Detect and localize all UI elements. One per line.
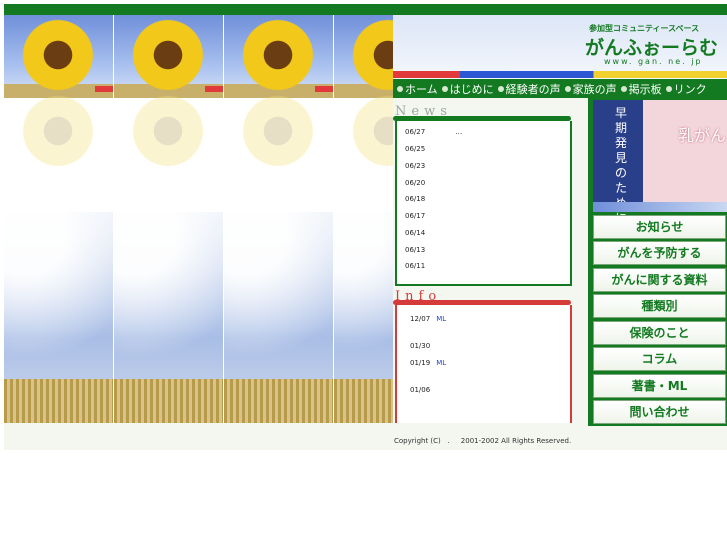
nav-home[interactable]: ホーム: [397, 81, 438, 97]
menu-announcements[interactable]: お知らせ: [593, 215, 726, 239]
news-date: 06/27: [405, 128, 426, 136]
sky-field-image: [4, 212, 113, 423]
menu-contact[interactable]: 問い合わせ: [593, 400, 726, 424]
info-item[interactable]: 01/19 ML: [410, 359, 446, 367]
top-bar: [4, 4, 727, 15]
menu-books-ml[interactable]: 著書・ML: [593, 374, 726, 398]
news-date: 06/18: [405, 195, 426, 203]
news-date: 06/13: [405, 246, 426, 254]
sunflower-icon: [240, 17, 316, 93]
site-header: 参加型コミュニティースペース がんふぉーらむ www. gan. ne. jp: [393, 15, 727, 79]
nav-label: 掲示板: [628, 82, 662, 96]
sunflower-icon: [130, 17, 206, 93]
nav-label: はじめに: [449, 82, 494, 96]
copyright-text: Copyright (C) . 2001-2002 All Rights Res…: [394, 437, 572, 445]
menu-by-type[interactable]: 種類別: [593, 294, 726, 318]
news-date: 06/20: [405, 179, 426, 187]
news-item[interactable]: 06/11: [405, 262, 425, 270]
bullet-icon: [564, 85, 571, 92]
news-item[interactable]: 06/20: [405, 179, 425, 187]
info-date: 01/19: [410, 359, 431, 367]
news-date: 06/25: [405, 145, 426, 153]
news-item[interactable]: 06/27 …: [405, 128, 462, 136]
bullet-icon: [397, 85, 403, 92]
bullet-icon: [497, 85, 504, 92]
news-date: 06/14: [405, 229, 426, 237]
sky-field-image: [334, 212, 393, 423]
menu-resources[interactable]: がんに関する資料: [593, 268, 726, 292]
nav-intro[interactable]: はじめに: [441, 81, 494, 97]
faded-sunflower-icon: [350, 93, 393, 169]
nav-label: ホーム: [405, 82, 438, 96]
menu-insurance[interactable]: 保険のこと: [593, 321, 726, 345]
info-link[interactable]: ML: [436, 359, 446, 367]
faded-sunflower-icon: [240, 93, 316, 169]
info-box: 12/07 ML 01/30 01/19 ML 01/06: [395, 305, 572, 423]
news-item[interactable]: 06/17: [405, 212, 425, 220]
main-nav: ホーム はじめに 経験者の声 家族の声 掲示板 リンク: [393, 79, 727, 98]
news-item[interactable]: 06/13: [405, 246, 425, 254]
nav-label: リンク: [673, 82, 707, 96]
info-item[interactable]: 01/06: [410, 386, 430, 394]
menu-column[interactable]: コラム: [593, 347, 726, 371]
faded-sunflower-icon: [20, 93, 96, 169]
header-color-strip: [393, 71, 727, 78]
news-item[interactable]: 06/14: [405, 229, 425, 237]
site-url: www. gan. ne. jp: [604, 57, 703, 66]
bullet-icon: [665, 85, 672, 92]
info-date: 01/06: [410, 386, 431, 394]
info-item[interactable]: 12/07 ML: [410, 315, 446, 323]
nav-survivor-voices[interactable]: 経験者の声: [497, 81, 561, 97]
news-date: 06/17: [405, 212, 426, 220]
news-text: …: [455, 128, 463, 136]
nav-family-voices[interactable]: 家族の声: [564, 81, 617, 97]
info-date: 01/30: [410, 342, 431, 350]
site-logo[interactable]: がんふぉーらむ: [585, 33, 718, 60]
nav-label: 家族の声: [572, 82, 617, 96]
bullet-icon: [441, 85, 448, 92]
menu-prevention[interactable]: がんを予防する: [593, 241, 726, 265]
news-date: 06/11: [405, 262, 426, 270]
nav-label: 経験者の声: [505, 82, 561, 96]
nav-bbs[interactable]: 掲示板: [620, 81, 662, 97]
nav-links[interactable]: リンク: [665, 81, 707, 97]
sunflower-panel: [4, 15, 393, 423]
news-item[interactable]: 06/25: [405, 145, 425, 153]
news-box: 06/27 … 06/25 06/23 06/20 06/18 06/17 06/…: [395, 121, 572, 286]
info-date: 12/07: [410, 315, 431, 323]
breast-cancer-banner[interactable]: 早期発見のために 乳がん: [593, 100, 727, 225]
sky-field-image: [224, 212, 333, 423]
sky-field-image: [114, 212, 223, 423]
news-date: 06/23: [405, 162, 426, 170]
news-item[interactable]: 06/18: [405, 195, 425, 203]
faded-sunflower-icon: [130, 93, 206, 169]
banner-sea: [593, 202, 727, 212]
bullet-icon: [620, 85, 627, 92]
info-item[interactable]: 01/30: [410, 342, 430, 350]
news-item[interactable]: 06/23: [405, 162, 425, 170]
info-link[interactable]: ML: [436, 315, 446, 323]
sunflower-icon: [20, 17, 96, 93]
banner-title: 乳がん: [678, 126, 727, 145]
